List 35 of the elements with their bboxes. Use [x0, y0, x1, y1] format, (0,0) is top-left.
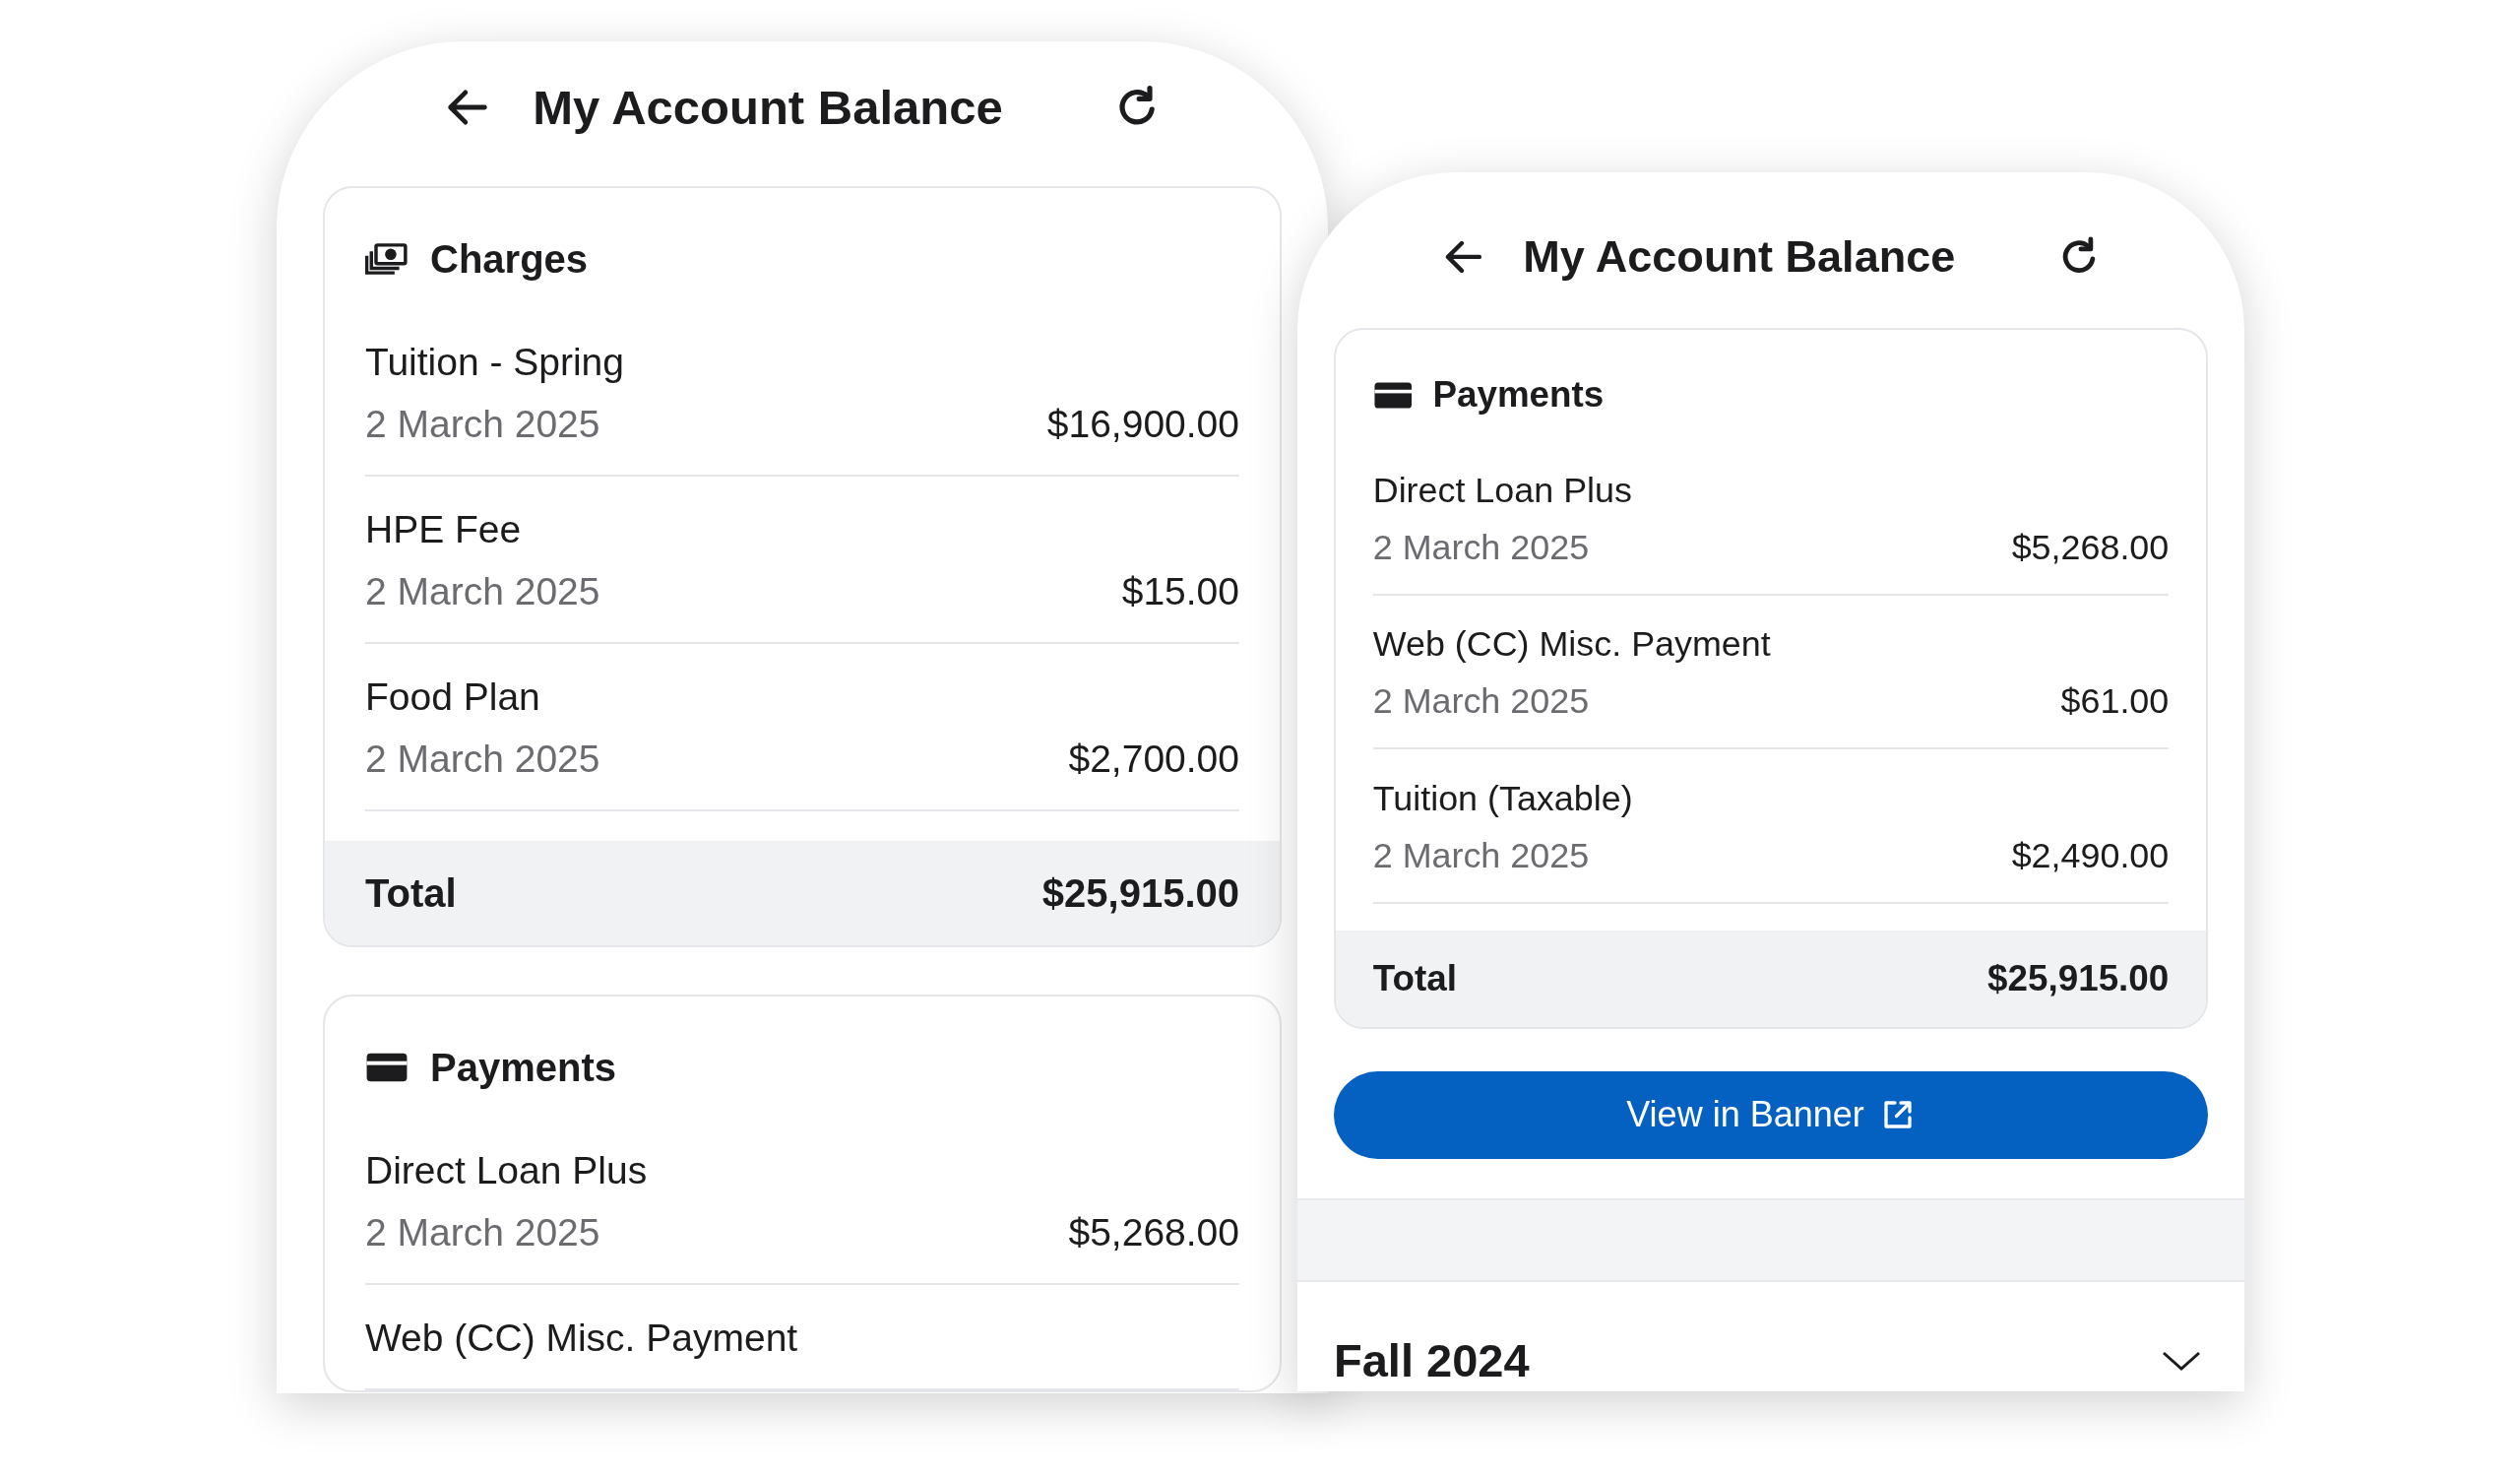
- transaction-name: Food Plan: [365, 675, 541, 720]
- total-amount: $25,915.00: [1987, 958, 2170, 1000]
- transaction-date: 2 March 2025: [365, 1210, 600, 1255]
- transaction-name: HPE Fee: [365, 507, 523, 552]
- transaction-amount: $16,900.00: [1046, 402, 1239, 447]
- transaction-amount: $15.00: [1121, 569, 1239, 614]
- section-title: Payments: [430, 1045, 616, 1091]
- total-amount: $25,915.00: [1041, 870, 1239, 916]
- transaction-name: Tuition - Spring: [365, 340, 625, 385]
- transaction-name: Direct Loan Plus: [365, 1148, 649, 1193]
- transaction-name: Tuition (Taxable): [1372, 777, 1634, 820]
- transaction-name: Direct Loan Plus: [1372, 469, 1633, 512]
- term-header[interactable]: Fall 2024: [1297, 1281, 2244, 1387]
- transaction-date: 2 March 2025: [1372, 526, 1590, 569]
- transaction-name: Web (CC) Misc. Payment: [365, 1316, 799, 1361]
- section-title: Charges: [430, 236, 589, 283]
- screen-title: My Account Balance: [1523, 231, 1956, 283]
- cash-icon: [365, 241, 409, 277]
- transaction-date: 2 March 2025: [365, 737, 600, 782]
- transaction-amount: $2,490.00: [2011, 834, 2170, 877]
- total-label: Total: [365, 870, 457, 916]
- transaction-amount: $5,268.00: [2011, 526, 2170, 569]
- view-in-banner-button[interactable]: View in Banner: [1334, 1070, 2208, 1159]
- transaction-name: Web (CC) Misc. Payment: [1372, 623, 1772, 667]
- transaction-amount: $2,700.00: [1068, 737, 1239, 782]
- screen-title: My Account Balance: [533, 79, 1003, 135]
- transaction-amount: $5,268.00: [1068, 1210, 1239, 1255]
- transaction-amount: $61.00: [2060, 680, 2170, 724]
- transaction-date: 2 March 2025: [365, 402, 600, 447]
- term-title: Fall 2024: [1334, 1332, 1530, 1387]
- total-label: Total: [1372, 958, 1457, 1000]
- transaction-date: 2 March 2025: [1372, 680, 1590, 724]
- section-title: Payments: [1432, 373, 1605, 418]
- transaction-date: 2 March 2025: [1372, 834, 1590, 877]
- transaction-date: 2 March 2025: [365, 569, 600, 614]
